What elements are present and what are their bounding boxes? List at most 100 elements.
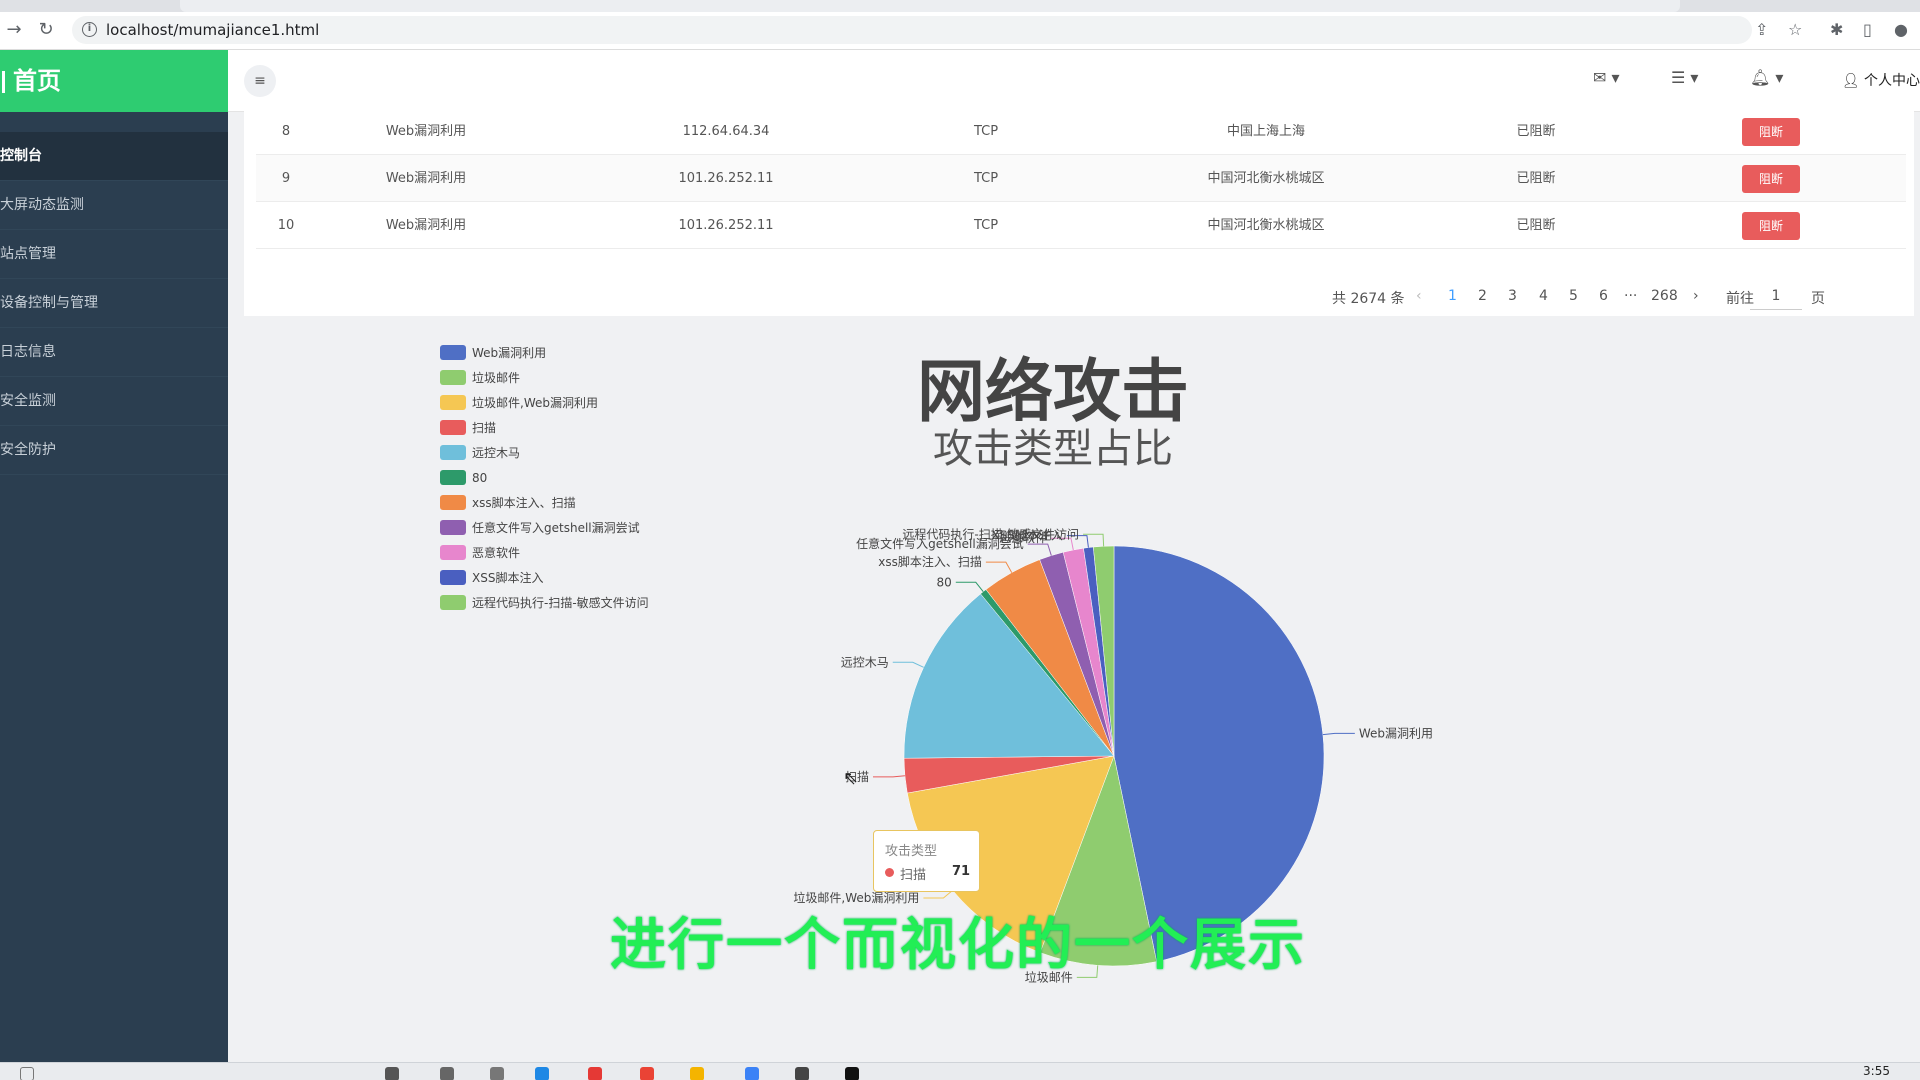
sidebar-item-console[interactable]: 控制台 <box>0 132 228 181</box>
table-row: 10 Web漏洞利用 101.26.252.11 TCP 中国河北衡水桃城区 已… <box>256 202 1906 249</box>
pagination-total: 共 2674 条 <box>1332 291 1405 307</box>
sidebar-item-log-info[interactable]: 日志信息 <box>0 328 228 377</box>
taskview-icon[interactable] <box>385 1067 399 1080</box>
pie-label-line <box>955 581 984 592</box>
video-caption: 进行一个而视化的一个展示 <box>610 913 1306 978</box>
goto-suffix: 页 <box>1811 291 1825 307</box>
app-icon[interactable] <box>745 1067 759 1080</box>
pie-label: 远程代码执行-扫描-敏感文件访问 <box>902 526 1079 541</box>
user-icon: 👤︎ <box>1841 73 1864 89</box>
pagination: 共 2674 条 ‹ 1 2 3 4 5 6 ··· 268 › 前往 1 页 <box>256 280 1906 314</box>
goto-page-input[interactable]: 1 <box>1750 282 1802 310</box>
block-button[interactable]: 阻断 <box>1742 165 1800 193</box>
row-ip: 101.26.252.11 <box>678 218 774 233</box>
row-protocol: TCP <box>973 124 999 139</box>
pie-label: Web漏洞利用 <box>1359 726 1433 740</box>
app-icon[interactable] <box>440 1067 454 1080</box>
attack-table: 8 Web漏洞利用 112.64.64.34 TCP 中国上海上海 已阻断 阻断… <box>244 108 1914 316</box>
url-text: localhost/mumajiance1.html <box>106 21 320 39</box>
edge-icon[interactable] <box>535 1067 549 1080</box>
page-2[interactable]: 2 <box>1478 288 1487 304</box>
row-protocol: TCP <box>973 218 999 233</box>
mail-icon[interactable]: ✉ ▾ <box>1593 68 1620 87</box>
tooltip-dot-icon <box>885 868 894 877</box>
pie-label-line <box>1027 543 1052 556</box>
tooltip-title: 攻击类型 <box>885 844 938 859</box>
row-status: 已阻断 <box>1516 171 1556 186</box>
page-4[interactable]: 4 <box>1539 288 1548 304</box>
row-protocol: TCP <box>973 171 999 186</box>
bookmark-star-icon[interactable]: ☆ <box>1788 20 1802 39</box>
prev-page-icon[interactable]: ‹ <box>1416 288 1422 304</box>
brand-bar-icon <box>2 71 5 93</box>
row-location: 中国河北衡水桃城区 <box>1207 171 1325 186</box>
app-icon[interactable] <box>588 1067 602 1080</box>
pie-label-line <box>985 561 1013 573</box>
user-label: 个人中心 <box>1864 73 1920 89</box>
reload-icon[interactable]: ↻ <box>34 18 58 42</box>
page-6[interactable]: 6 <box>1599 288 1608 304</box>
sidebar: 首页 控制台 大屏动态监测 站点管理 设备控制与管理 日志信息 安全监测 安全防… <box>0 50 228 1062</box>
pie-label-line <box>892 661 924 668</box>
app-icon[interactable] <box>490 1067 504 1080</box>
next-page-icon[interactable]: › <box>1693 288 1699 304</box>
settings-icon[interactable] <box>795 1067 809 1080</box>
row-attack-type: Web漏洞利用 <box>385 218 467 233</box>
sidebar-item-security-monitor[interactable]: 安全监测 <box>0 377 228 426</box>
side-panel-icon[interactable]: ▯ <box>1863 20 1872 39</box>
tooltip-value: 71 <box>952 864 971 879</box>
brand-label: 首页 <box>13 67 61 95</box>
block-button[interactable]: 阻断 <box>1742 212 1800 240</box>
page-5[interactable]: 5 <box>1569 288 1578 304</box>
row-ip: 112.64.64.34 <box>682 124 770 139</box>
row-status: 已阻断 <box>1516 218 1556 233</box>
table-row: 9 Web漏洞利用 101.26.252.11 TCP 中国河北衡水桃城区 已阻… <box>256 155 1906 202</box>
page-268[interactable]: 268 <box>1651 288 1678 304</box>
search-icon[interactable] <box>20 1067 34 1080</box>
row-location: 中国河北衡水桃城区 <box>1207 218 1325 233</box>
address-bar[interactable]: i localhost/mumajiance1.html <box>72 16 1752 44</box>
taskbar: 3:55 <box>0 1062 1920 1080</box>
pie-label: xss脚本注入、扫描 <box>878 554 982 569</box>
page-ellipsis[interactable]: ··· <box>1624 288 1637 304</box>
row-index: 9 <box>281 171 291 186</box>
browser-toolbar: → ↻ i localhost/mumajiance1.html ⇪ ☆ ✱ ▯… <box>0 0 1920 50</box>
row-ip: 101.26.252.11 <box>678 171 774 186</box>
row-attack-type: Web漏洞利用 <box>385 124 467 139</box>
back-arrow-icon[interactable]: → <box>2 18 26 42</box>
sidebar-item-security-protection[interactable]: 安全防护 <box>0 426 228 475</box>
profile-icon[interactable]: ● <box>1894 20 1908 39</box>
page-3[interactable]: 3 <box>1508 288 1517 304</box>
user-menu[interactable]: 👤︎ 个人中心 <box>1842 70 1920 90</box>
site-info-icon[interactable]: i <box>82 22 97 37</box>
extensions-icon[interactable]: ✱ <box>1830 20 1843 39</box>
block-button[interactable]: 阻断 <box>1742 118 1800 146</box>
row-status: 已阻断 <box>1516 124 1556 139</box>
tab-strip <box>0 0 1920 12</box>
share-icon[interactable]: ⇪ <box>1755 20 1768 39</box>
pie-label: 80 <box>937 575 952 589</box>
chart-tooltip: 攻击类型 扫描 71 <box>873 830 980 892</box>
sidebar-item-device-control[interactable]: 设备控制与管理 <box>0 279 228 328</box>
row-index: 8 <box>281 124 291 139</box>
chrome-icon[interactable] <box>640 1067 654 1080</box>
app-icon[interactable] <box>845 1067 859 1080</box>
row-attack-type: Web漏洞利用 <box>385 171 467 186</box>
tasks-icon[interactable]: ☰ ▾ <box>1671 68 1698 87</box>
pie-label-line <box>872 775 905 778</box>
mouse-cursor-icon: ⇖ <box>843 768 859 789</box>
sidebar-brand[interactable]: 首页 <box>0 50 228 112</box>
table-row: 8 Web漏洞利用 112.64.64.34 TCP 中国上海上海 已阻断 阻断 <box>256 108 1906 155</box>
row-location: 中国上海上海 <box>1226 124 1305 139</box>
sidebar-item-screen-monitor[interactable]: 大屏动态监测 <box>0 181 228 230</box>
top-header: ≡ ✉ ▾ ☰ ▾ 🔔︎ ▾ 👤︎ 个人中心 <box>228 50 1920 112</box>
pie-label: 远控木马 <box>841 655 889 669</box>
bell-icon[interactable]: 🔔︎ ▾ <box>1750 68 1783 87</box>
page-1[interactable]: 1 <box>1448 288 1457 304</box>
tooltip-name: 扫描 <box>900 868 927 883</box>
sidebar-item-site-management[interactable]: 站点管理 <box>0 230 228 279</box>
browser-tab[interactable] <box>180 0 1680 12</box>
folder-icon[interactable] <box>690 1067 704 1080</box>
menu-toggle-icon[interactable]: ≡ <box>244 65 276 97</box>
